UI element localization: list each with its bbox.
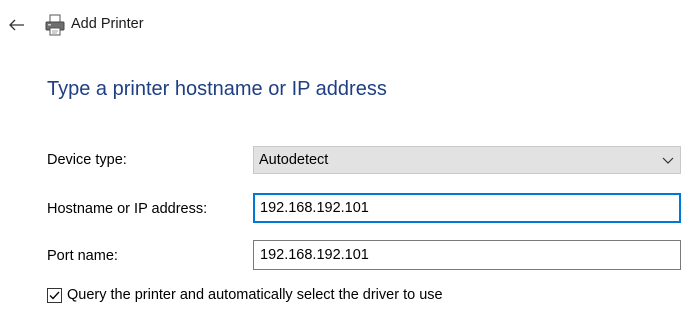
add-printer-page: Add Printer Type a printer hostname or I… (0, 0, 696, 316)
back-button[interactable] (4, 12, 30, 38)
hostname-label: Hostname or IP address: (47, 201, 208, 217)
device-type-select[interactable]: Autodetect (253, 146, 681, 174)
page-heading: Type a printer hostname or IP address (47, 78, 387, 100)
device-type-selected-value: Autodetect (259, 152, 329, 168)
checkmark-icon (49, 291, 60, 299)
port-name-input[interactable] (260, 241, 676, 269)
query-printer-checkbox[interactable] (47, 287, 62, 303)
port-name-label: Port name: (47, 248, 118, 264)
query-printer-label: Query the printer and automatically sele… (67, 287, 443, 303)
hostname-field-box (253, 193, 681, 223)
port-name-field-box (253, 240, 681, 270)
device-type-label: Device type: (47, 152, 127, 168)
chevron-down-icon (662, 157, 674, 164)
hostname-input[interactable] (260, 195, 675, 221)
printer-icon (45, 14, 65, 36)
window-title: Add Printer (71, 16, 144, 32)
back-arrow-icon (9, 19, 24, 31)
query-printer-option[interactable]: Query the printer and automatically sele… (47, 287, 443, 303)
